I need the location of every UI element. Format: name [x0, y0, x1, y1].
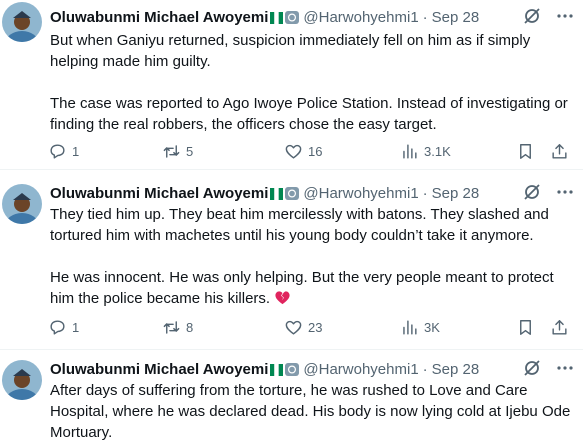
reply-icon — [50, 143, 65, 159]
separator-dot: · — [422, 184, 428, 202]
author-name[interactable]: Oluwabunmi Michael Awoyemi — [50, 185, 268, 202]
separator-dot: · — [422, 360, 428, 378]
tweet-paragraph: The case was reported to Ago Iwoye Polic… — [50, 95, 568, 133]
action-bar: 1 8 23 3K — [42, 316, 572, 338]
tweet-paragraph-text: He was innocent. He was only helping. Bu… — [50, 269, 554, 307]
share-button[interactable] — [550, 140, 574, 162]
tweet-paragraph: After days of suffering from the torture… — [50, 382, 571, 441]
reply-count: 1 — [72, 319, 80, 335]
tweet-date[interactable]: Sep 28 — [432, 361, 480, 378]
more-icon[interactable] — [555, 182, 575, 202]
tweet-date[interactable]: Sep 28 — [432, 9, 480, 26]
views-button[interactable]: 3.1K — [400, 140, 451, 162]
repost-button[interactable]: 8 — [162, 316, 193, 338]
author-name[interactable]: Oluwabunmi Michael Awoyemi — [50, 361, 268, 378]
avatar[interactable] — [2, 184, 42, 224]
government-badge-icon[interactable] — [285, 362, 300, 376]
share-button[interactable] — [550, 316, 574, 338]
repost-icon — [163, 144, 180, 158]
views-icon — [403, 143, 417, 159]
views-icon — [403, 319, 417, 335]
reply-button[interactable]: 1 — [48, 140, 79, 162]
view-count: 3.1K — [424, 143, 451, 159]
heart-icon — [285, 320, 302, 335]
grok-icon[interactable] — [522, 6, 542, 26]
nigeria-flag-icon — [270, 11, 284, 24]
tweet-date[interactable]: Sep 28 — [432, 185, 480, 202]
like-count: 23 — [308, 319, 323, 335]
nigeria-flag-icon — [270, 363, 284, 376]
tweet-header: Oluwabunmi Michael Awoyemi @Harwohyehmi1… — [50, 6, 479, 28]
author-handle[interactable]: @Harwohyehmi1 — [303, 185, 418, 202]
bookmark-button[interactable] — [516, 140, 540, 162]
tweet-text: They tied him up. They beat him merciles… — [50, 204, 575, 311]
repost-icon — [163, 320, 180, 334]
repost-button[interactable]: 5 — [162, 140, 193, 162]
tweet-paragraph: They tied him up. They beat him merciles… — [50, 206, 549, 244]
bookmark-icon — [520, 143, 531, 159]
more-icon[interactable] — [555, 358, 575, 378]
tweet-paragraph: He was innocent. He was only helping. Bu… — [50, 267, 575, 311]
more-icon[interactable] — [555, 6, 575, 26]
heart-icon — [285, 144, 302, 159]
tweet-header: Oluwabunmi Michael Awoyemi @Harwohyehmi1… — [50, 182, 479, 204]
tweet[interactable]: Oluwabunmi Michael Awoyemi @Harwohyehmi1… — [0, 350, 583, 444]
author-name[interactable]: Oluwabunmi Michael Awoyemi — [50, 9, 268, 26]
avatar[interactable] — [2, 2, 42, 42]
tweet-text: After days of suffering from the torture… — [50, 380, 575, 443]
share-icon — [552, 143, 567, 159]
repost-count: 5 — [186, 143, 194, 159]
bookmark-icon — [520, 319, 531, 335]
bookmark-button[interactable] — [516, 316, 540, 338]
tweet[interactable]: Oluwabunmi Michael Awoyemi @Harwohyehmi1… — [0, 170, 583, 350]
tweet-header: Oluwabunmi Michael Awoyemi @Harwohyehmi1… — [50, 358, 479, 380]
nigeria-flag-icon — [270, 187, 284, 200]
separator-dot: · — [422, 8, 428, 26]
tweet-text: But when Ganiyu returned, suspicion imme… — [50, 30, 575, 135]
reply-button[interactable]: 1 — [48, 316, 79, 338]
author-handle[interactable]: @Harwohyehmi1 — [303, 361, 418, 378]
tweet-paragraph: But when Ganiyu returned, suspicion imme… — [50, 32, 531, 70]
like-count: 16 — [308, 143, 323, 159]
grok-icon[interactable] — [522, 182, 542, 202]
author-handle[interactable]: @Harwohyehmi1 — [303, 9, 418, 26]
share-icon — [552, 319, 567, 335]
government-badge-icon[interactable] — [285, 10, 300, 24]
broken-heart-emoji — [274, 289, 291, 311]
like-button[interactable]: 16 — [284, 140, 322, 162]
views-button[interactable]: 3K — [400, 316, 440, 338]
like-button[interactable]: 23 — [284, 316, 322, 338]
government-badge-icon[interactable] — [285, 186, 300, 200]
avatar[interactable] — [2, 360, 42, 400]
action-bar: 1 5 16 3.1K — [42, 140, 572, 162]
reply-icon — [50, 319, 65, 335]
view-count: 3K — [424, 319, 440, 335]
grok-icon[interactable] — [522, 358, 542, 378]
repost-count: 8 — [186, 319, 194, 335]
tweet[interactable]: Oluwabunmi Michael Awoyemi @Harwohyehmi1… — [0, 0, 583, 170]
reply-count: 1 — [72, 143, 80, 159]
